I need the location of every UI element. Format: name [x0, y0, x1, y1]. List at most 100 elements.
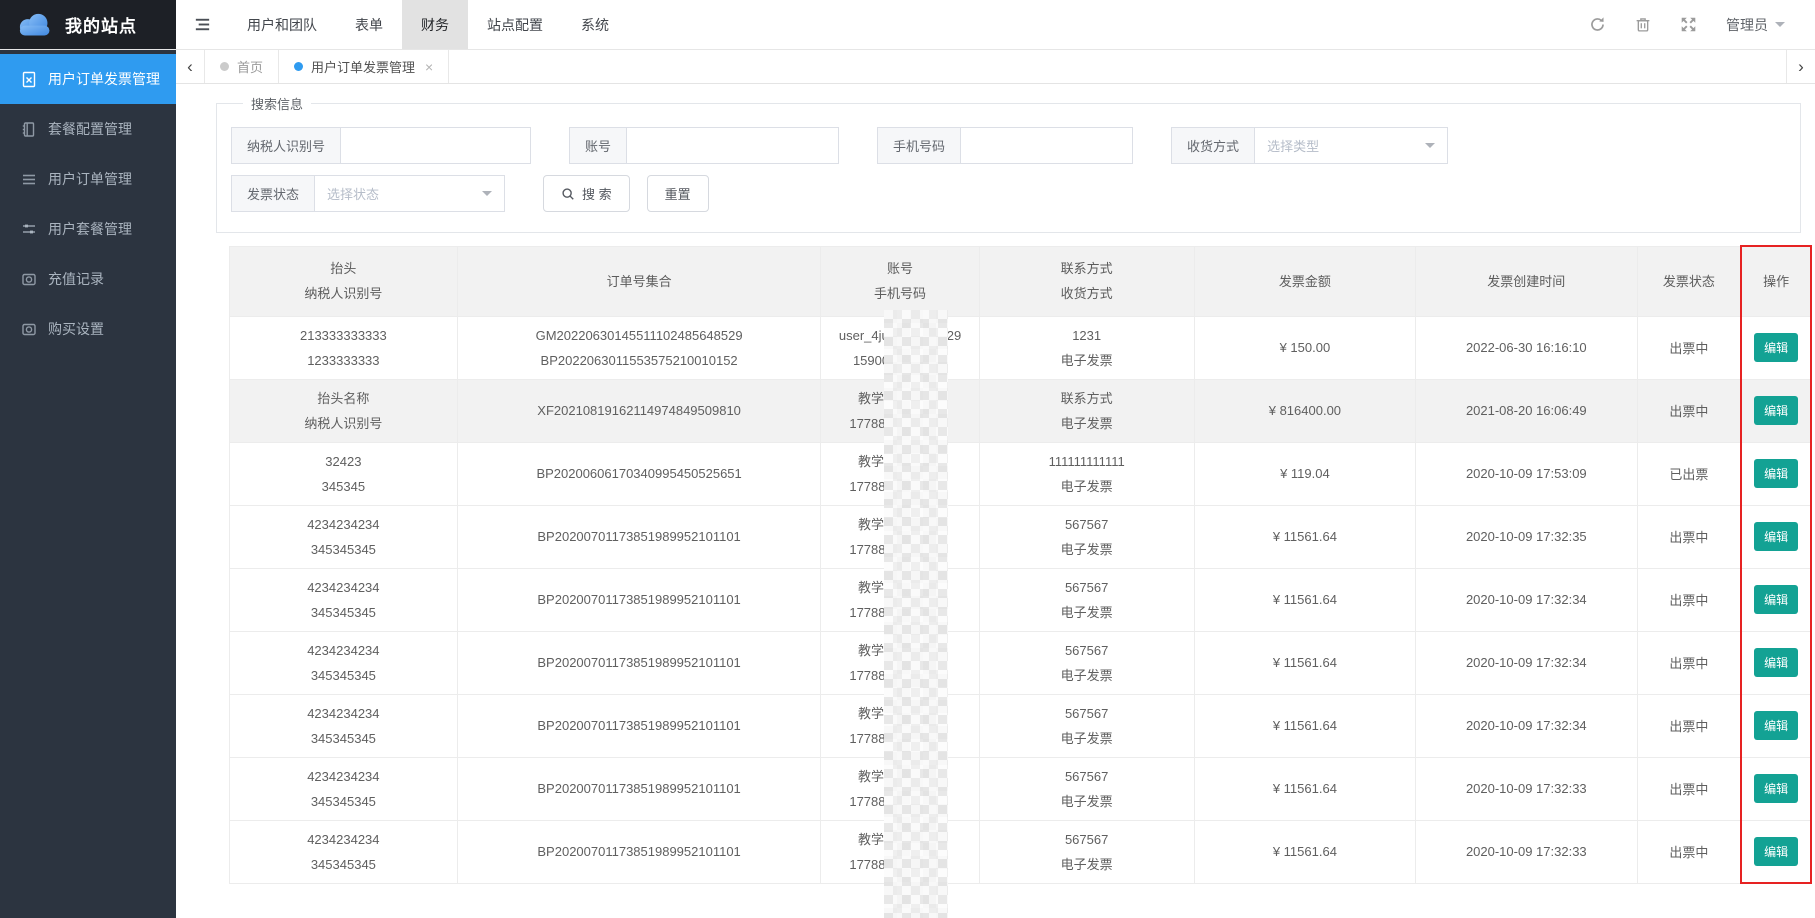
amount-cell: ¥ 11561.64	[1194, 505, 1415, 568]
phone-input[interactable]	[961, 127, 1133, 164]
sidebar-item-label: 购买设置	[48, 319, 104, 339]
nav-item-finance[interactable]: 财务	[402, 0, 468, 49]
nav-item-users-teams[interactable]: 用户和团队	[228, 0, 336, 49]
sidebar-item-purchase-settings[interactable]: 购买设置	[0, 304, 176, 354]
sidebar-item-user-package-mgmt[interactable]: 用户套餐管理	[0, 204, 176, 254]
header-order-numbers: 订单号集合	[457, 246, 821, 316]
sidebar-item-label: 用户订单管理	[48, 169, 132, 189]
tab-dot-icon	[220, 62, 229, 71]
brand-logo: 我的站点	[0, 0, 176, 49]
invoice-status-label: 发票状态	[231, 175, 315, 212]
delivery-method-placeholder: 选择类型	[1267, 136, 1319, 155]
fullscreen-icon[interactable]	[1680, 16, 1697, 33]
tabs-scroll-left-icon[interactable]: ‹	[176, 50, 205, 83]
table-row: 4234234234345345345 BP202007011738519899…	[230, 820, 1812, 883]
tab-close-icon[interactable]: ×	[425, 59, 433, 75]
taxpayer-id-label: 纳税人识别号	[231, 127, 341, 164]
tab-user-order-invoice-mgmt[interactable]: 用户订单发票管理 ×	[279, 50, 449, 83]
header-invoice-created: 发票创建时间	[1416, 246, 1637, 316]
delivery-method-select[interactable]: 选择类型	[1255, 127, 1448, 164]
header-invoice-status: 发票状态	[1637, 246, 1741, 316]
account-label: 账号	[569, 127, 627, 164]
search-icon	[561, 187, 575, 201]
phone-label: 手机号码	[877, 127, 961, 164]
taxpayer-id-group: 纳税人识别号	[231, 127, 531, 164]
search-button-label: 搜 索	[582, 184, 612, 203]
created-cell: 2021-08-20 16:06:49	[1416, 379, 1637, 442]
status-badge: 出票中	[1637, 568, 1741, 631]
created-cell: 2022-06-30 16:16:10	[1416, 316, 1637, 379]
status-badge: 出票中	[1637, 505, 1741, 568]
tab-bar: ‹ 首页 用户订单发票管理 × ›	[176, 50, 1815, 84]
sidebar-item-label: 充值记录	[48, 269, 104, 289]
created-cell: 2020-10-09 17:32:34	[1416, 631, 1637, 694]
created-cell: 2020-10-09 17:32:35	[1416, 505, 1637, 568]
edit-button[interactable]: 编辑	[1754, 648, 1798, 677]
nav-item-system[interactable]: 系统	[562, 0, 628, 49]
amount-cell: ¥ 150.00	[1194, 316, 1415, 379]
nav-item-site-config[interactable]: 站点配置	[468, 0, 562, 49]
sidebar-item-recharge-records[interactable]: 充值记录	[0, 254, 176, 304]
account-input[interactable]	[627, 127, 839, 164]
table-row: 4234234234345345345 BP202007011738519899…	[230, 568, 1812, 631]
taxpayer-id-input[interactable]	[341, 127, 531, 164]
status-badge: 出票中	[1637, 379, 1741, 442]
status-badge: 已出票	[1637, 442, 1741, 505]
amount-cell: ¥ 11561.64	[1194, 631, 1415, 694]
invoice-status-placeholder: 选择状态	[327, 184, 379, 203]
sidebar-item-label: 套餐配置管理	[48, 119, 132, 139]
main-area: ‹ 首页 用户订单发票管理 × › 搜索信息 纳税人识别号 账号	[176, 50, 1815, 918]
edit-button[interactable]: 编辑	[1754, 711, 1798, 740]
edit-button[interactable]: 编辑	[1754, 522, 1798, 551]
status-badge: 出票中	[1637, 631, 1741, 694]
search-panel-legend: 搜索信息	[243, 94, 311, 113]
created-cell: 2020-10-09 17:53:09	[1416, 442, 1637, 505]
edit-button[interactable]: 编辑	[1754, 333, 1798, 362]
edit-button[interactable]: 编辑	[1754, 774, 1798, 803]
table-row: 4234234234345345345 BP202007011738519899…	[230, 505, 1812, 568]
header-title-taxpayer: 抬头 纳税人识别号	[230, 246, 458, 316]
tab-home[interactable]: 首页	[205, 50, 279, 83]
edit-button[interactable]: 编辑	[1754, 459, 1798, 488]
sidebar-item-label: 用户订单发票管理	[48, 69, 160, 89]
account-group: 账号	[569, 127, 839, 164]
invoice-status-select[interactable]: 选择状态	[315, 175, 505, 212]
edit-button[interactable]: 编辑	[1754, 396, 1798, 425]
sidebar-item-user-order-mgmt[interactable]: 用户订单管理	[0, 154, 176, 204]
search-row-2: 发票状态 选择状态 搜 索 重置	[231, 175, 1780, 212]
edit-button[interactable]: 编辑	[1754, 837, 1798, 866]
search-button[interactable]: 搜 索	[543, 175, 630, 212]
amount-cell: ¥ 11561.64	[1194, 568, 1415, 631]
search-panel: 搜索信息 纳税人识别号 账号 手机号码 收货方式 选择类型	[216, 94, 1801, 233]
status-badge: 出票中	[1637, 820, 1741, 883]
amount-cell: ¥ 11561.64	[1194, 757, 1415, 820]
sidebar-item-package-config-mgmt[interactable]: 套餐配置管理	[0, 104, 176, 154]
trash-icon[interactable]	[1635, 16, 1651, 33]
amount-cell: ¥ 11561.64	[1194, 694, 1415, 757]
page: 我的站点 用户和团队 表单 财务 站点配置 系统	[0, 0, 1815, 918]
collapse-menu-icon[interactable]	[176, 0, 228, 49]
amount-cell: ¥ 816400.00	[1194, 379, 1415, 442]
created-cell: 2020-10-09 17:32:33	[1416, 820, 1637, 883]
sidebar-item-user-order-invoice-mgmt[interactable]: 用户订单发票管理	[0, 54, 176, 104]
top-nav: 用户和团队 表单 财务 站点配置 系统	[228, 0, 628, 49]
tabs-scroll-right-icon[interactable]: ›	[1786, 50, 1815, 83]
tab-label: 用户订单发票管理	[311, 57, 415, 76]
refresh-icon[interactable]	[1589, 16, 1606, 33]
admin-user-menu[interactable]: 管理员	[1726, 15, 1785, 35]
invoice-doc-icon	[21, 71, 37, 88]
header-contact-delivery: 联系方式 收货方式	[979, 246, 1194, 316]
table-header: 抬头 纳税人识别号 订单号集合 账号 手机号码 联系方式 收货方式	[230, 246, 1812, 316]
reset-button[interactable]: 重置	[647, 175, 709, 212]
top-bar: 我的站点 用户和团队 表单 财务 站点配置 系统	[0, 0, 1815, 50]
edit-button[interactable]: 编辑	[1754, 585, 1798, 614]
invoice-status-group: 发票状态 选择状态	[231, 175, 505, 212]
cloud-logo-icon	[14, 11, 56, 39]
admin-label: 管理员	[1726, 15, 1768, 35]
status-badge: 出票中	[1637, 757, 1741, 820]
created-cell: 2020-10-09 17:32:33	[1416, 757, 1637, 820]
recharge-record-icon	[21, 271, 37, 288]
table-row: 32423345345 BP20200606170340995450525651…	[230, 442, 1812, 505]
top-right-tools: 管理员	[1589, 0, 1815, 49]
nav-item-forms[interactable]: 表单	[336, 0, 402, 49]
